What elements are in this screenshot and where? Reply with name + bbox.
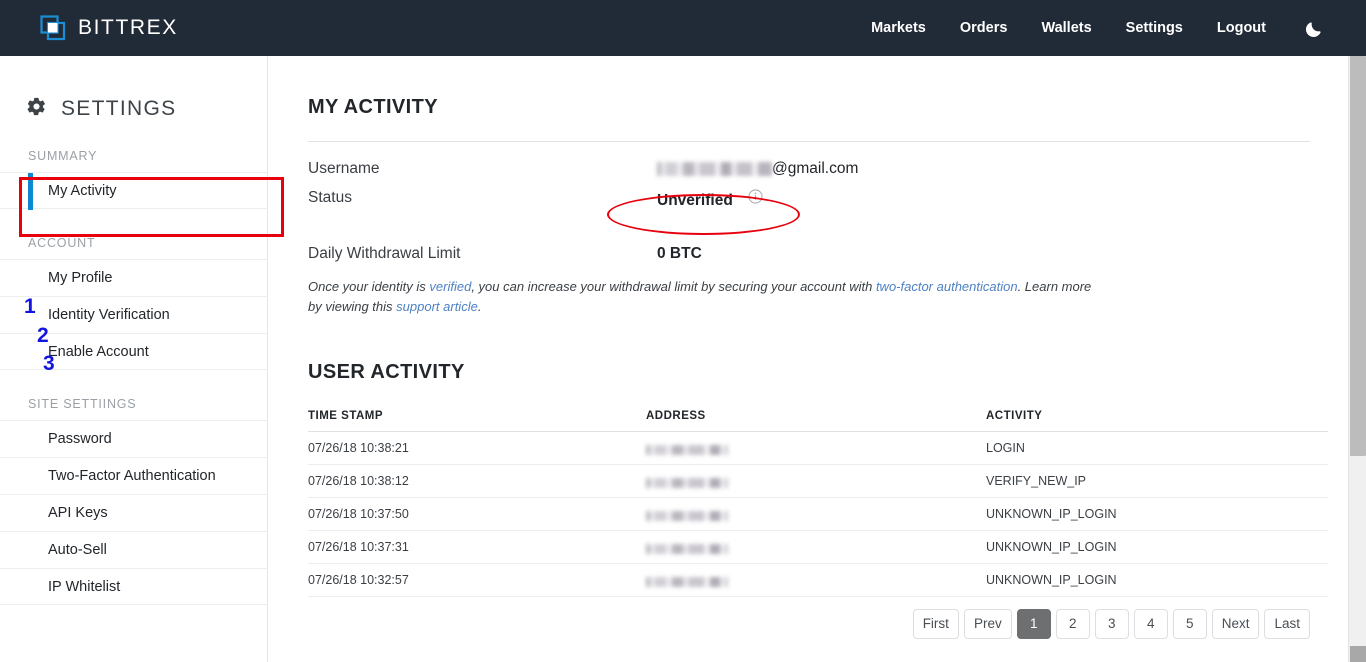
app-root: BITTREX Markets Orders Wallets Settings … — [0, 0, 1366, 662]
column-header-activity: ACTIVITY — [986, 410, 1328, 432]
status-label: Status — [308, 189, 352, 206]
user-activity-title: USER ACTIVITY — [308, 361, 465, 383]
cell-address — [646, 431, 986, 465]
cell-address — [646, 530, 986, 564]
nav-link-settings[interactable]: Settings — [1109, 20, 1200, 36]
nav-link-orders[interactable]: Orders — [943, 20, 1025, 36]
pagination-last[interactable]: Last — [1264, 609, 1310, 639]
nav-link-logout[interactable]: Logout — [1200, 20, 1283, 36]
info-circle-icon[interactable] — [748, 189, 763, 209]
sidebar-item-password[interactable]: Password — [0, 420, 267, 457]
note-text-1: Once your identity is — [308, 279, 430, 294]
table-row: 07/26/18 10:38:21 LOGIN — [308, 431, 1328, 465]
table-row: 07/26/18 10:38:12 VERIFY_NEW_IP — [308, 464, 1328, 498]
pagination-page-1[interactable]: 1 — [1016, 609, 1051, 639]
sidebar-item-my-activity[interactable]: My Activity — [0, 172, 267, 210]
pagination-page-3[interactable]: 3 — [1094, 609, 1129, 639]
address-redacted-blur — [646, 544, 728, 554]
status-badge: Unverified — [657, 192, 733, 209]
pagination-prev[interactable]: Prev — [963, 609, 1012, 639]
username-redacted-blur — [657, 162, 772, 176]
main-content: MY ACTIVITY Username @gmail.com Status U… — [268, 56, 1348, 662]
cell-activity: VERIFY_NEW_IP — [986, 464, 1328, 498]
sidebar-group-account: My Profile Identity Verification Enable … — [0, 259, 267, 370]
username-value: @gmail.com — [657, 160, 858, 178]
cell-timestamp: 07/26/18 10:38:12 — [308, 464, 646, 498]
sidebar-item-api-keys[interactable]: API Keys — [0, 494, 267, 531]
sidebar-item-two-factor-authentication[interactable]: Two-Factor Authentication — [0, 457, 267, 494]
pagination-page-2[interactable]: 2 — [1055, 609, 1090, 639]
address-redacted-blur — [646, 445, 728, 455]
status-row: Status Unverified — [308, 189, 1348, 210]
title-divider — [308, 141, 1310, 142]
page-scrollbar[interactable] — [1348, 56, 1366, 662]
column-header-address: ADDRESS — [646, 410, 986, 432]
bittrex-logo-icon — [40, 15, 66, 41]
sidebar-group-account-label: ACCOUNT — [28, 236, 96, 250]
link-two-factor-authentication[interactable]: two-factor authentication — [876, 279, 1018, 294]
sidebar-title: SETTINGS — [61, 97, 177, 120]
withdrawal-note: Once your identity is verified, you can … — [308, 277, 1098, 317]
sidebar-group-site-settings: Password Two-Factor Authentication API K… — [0, 420, 267, 605]
scrollbar-thumb[interactable] — [1350, 56, 1366, 456]
scrollbar-down-arrow[interactable] — [1350, 646, 1366, 662]
sidebar: SETTINGS SUMMARY My Activity ACCOUNT My … — [0, 56, 268, 662]
pagination-page-4[interactable]: 4 — [1133, 609, 1168, 639]
nav-link-markets[interactable]: Markets — [854, 20, 943, 36]
cell-activity: UNKNOWN_IP_LOGIN — [986, 563, 1328, 597]
pagination-page-5[interactable]: 5 — [1172, 609, 1207, 639]
link-verified[interactable]: verified — [429, 279, 471, 294]
username-label: Username — [308, 160, 380, 177]
username-row: Username @gmail.com — [308, 160, 1348, 178]
page-title: MY ACTIVITY — [308, 96, 438, 118]
cell-activity: UNKNOWN_IP_LOGIN — [986, 497, 1328, 531]
sidebar-group-summary: My Activity — [0, 172, 267, 210]
cell-address — [646, 563, 986, 597]
cell-address — [646, 497, 986, 531]
cell-activity: LOGIN — [986, 431, 1328, 465]
column-header-timestamp: TIME STAMP — [308, 410, 646, 432]
withdrawal-limit-value: 0 BTC — [657, 245, 702, 262]
brand-name: BITTREX — [78, 16, 178, 39]
sidebar-item-enable-account[interactable]: Enable Account — [0, 333, 267, 370]
sidebar-item-ip-whitelist[interactable]: IP Whitelist — [0, 568, 267, 605]
cell-timestamp: 07/26/18 10:37:50 — [308, 497, 646, 531]
gear-icon — [26, 96, 47, 122]
table-header-row: TIME STAMP ADDRESS ACTIVITY — [308, 410, 1328, 432]
nav-link-wallets[interactable]: Wallets — [1024, 20, 1108, 36]
link-support-article[interactable]: support article — [396, 299, 478, 314]
pagination-first[interactable]: First — [912, 609, 959, 639]
address-redacted-blur — [646, 577, 728, 587]
cell-timestamp: 07/26/18 10:32:57 — [308, 563, 646, 597]
note-text-4: . — [477, 299, 482, 314]
nav-links: Markets Orders Wallets Settings Logout — [854, 19, 1340, 38]
brand-logo[interactable]: BITTREX — [40, 15, 178, 41]
sidebar-group-summary-label: SUMMARY — [28, 149, 98, 163]
note-text-2: , you can increase your withdrawal limit… — [471, 279, 876, 294]
address-redacted-blur — [646, 511, 728, 521]
table-row: 07/26/18 10:37:31 UNKNOWN_IP_LOGIN — [308, 530, 1328, 564]
top-navigation-bar: BITTREX Markets Orders Wallets Settings … — [0, 0, 1366, 56]
username-domain: @gmail.com — [772, 160, 859, 177]
cell-address — [646, 464, 986, 498]
cell-timestamp: 07/26/18 10:38:21 — [308, 431, 646, 465]
sidebar-header: SETTINGS — [26, 96, 267, 122]
sidebar-group-site-settings-label: SITE SETTIINGS — [28, 397, 137, 411]
sidebar-item-my-profile[interactable]: My Profile — [0, 259, 267, 296]
cell-timestamp: 07/26/18 10:37:31 — [308, 530, 646, 564]
withdrawal-limit-row: Daily Withdrawal Limit 0 BTC — [308, 245, 1348, 263]
moon-icon[interactable] — [1283, 19, 1340, 38]
sidebar-item-identity-verification[interactable]: Identity Verification — [0, 296, 267, 333]
status-value: Unverified — [657, 189, 763, 210]
cell-activity: UNKNOWN_IP_LOGIN — [986, 530, 1328, 564]
table-row: 07/26/18 10:37:50 UNKNOWN_IP_LOGIN — [308, 497, 1328, 531]
pagination-next[interactable]: Next — [1211, 609, 1260, 639]
pagination: First Prev 1 2 3 4 5 Next Last — [268, 609, 1310, 639]
table-row: 07/26/18 10:32:57 UNKNOWN_IP_LOGIN — [308, 563, 1328, 597]
withdrawal-limit-label: Daily Withdrawal Limit — [308, 245, 461, 262]
address-redacted-blur — [646, 478, 728, 488]
user-activity-table: TIME STAMP ADDRESS ACTIVITY 07/26/18 10:… — [308, 410, 1328, 597]
sidebar-item-auto-sell[interactable]: Auto-Sell — [0, 531, 267, 568]
